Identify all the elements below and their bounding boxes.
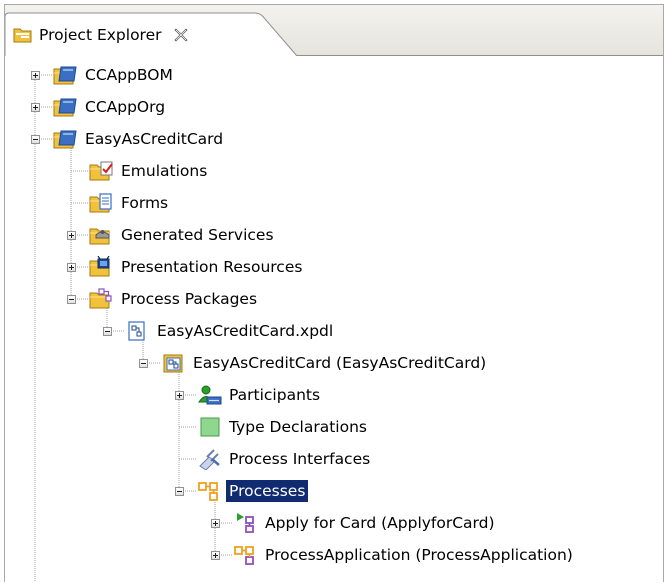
tree-item-processapplication-processapplication[interactable]: ProcessApplication (ProcessApplication) [233,540,576,570]
tree-item-process-packages[interactable]: Process Packages [89,284,260,314]
collapse-minus-icon[interactable] [67,295,76,304]
tree-item-label: Apply for Card (ApplyforCard) [265,514,495,532]
tree-item-ccapporg[interactable]: CCAppOrg [53,92,168,122]
collapse-minus-icon[interactable] [139,359,148,368]
services-folder-icon [89,228,110,245]
expand-plus-icon[interactable] [67,231,76,240]
tab-title: Project Explorer [39,26,162,44]
emulations-folder-icon [89,161,113,181]
tree-item-label: Process Interfaces [229,450,371,468]
tree-item-forms[interactable]: Forms [89,188,171,218]
tree-item-easyascreditcard-xpdl[interactable]: EasyAsCreditCard.xpdl [125,316,336,346]
project-explorer-folder-icon [13,28,32,43]
tree-item-label: EasyAsCreditCard.xpdl [157,322,334,340]
tree-item-label: Participants [229,386,321,404]
tree-item-label: Forms [121,194,169,212]
tree-item-process-interfaces[interactable]: Process Interfaces [197,444,373,474]
collapse-minus-icon[interactable] [31,135,40,144]
xpdl-file-icon [128,321,145,341]
tree-item-label: EasyAsCreditCard [85,130,224,148]
tree-item-label: CCAppOrg [85,98,166,116]
close-x-icon[interactable] [173,28,188,42]
start-process-icon [237,513,254,533]
tree-item-generated-services[interactable]: Generated Services [89,220,277,250]
project-folder-icon [53,130,77,149]
forms-folder-icon [89,193,112,213]
tree-item-label: ProcessApplication (ProcessApplication) [265,546,573,564]
tree-item-label: Processes [226,480,309,502]
project-explorer-view: Project Explorer CCAppBOM CCAppOrg EasyAsC… [4,4,664,582]
expand-plus-icon[interactable] [67,263,76,272]
project-explorer-tab[interactable]: Project Explorer [13,24,188,46]
process-interfaces-icon [199,449,220,470]
tree-item-label: Emulations [121,162,208,180]
project-tree: CCAppBOM CCAppOrg EasyAsCreditCard Emulatio… [5,56,663,582]
tree-item-ccappbom[interactable]: CCAppBOM [53,60,176,90]
collapse-minus-icon[interactable] [175,487,184,496]
process-icon [234,546,254,565]
tree-item-type-declarations[interactable]: Type Declarations [197,412,370,442]
tree-item-apply-for-card-applyforcard[interactable]: Apply for Card (ApplyforCard) [233,508,498,538]
tree-item-emulations[interactable]: Emulations [89,156,210,186]
participants-icon [198,385,222,405]
project-folder-icon [53,66,77,85]
view-tab-bar: Project Explorer [5,5,663,56]
tree-item-label: CCAppBOM [85,66,173,84]
tree-item-participants[interactable]: Participants [197,380,323,410]
project-folder-icon [53,98,77,117]
tree-item-label: Generated Services [121,226,274,244]
tree-item-easyascreditcard-easyascreditcard[interactable]: EasyAsCreditCard (EasyAsCreditCard) [161,348,489,378]
processes-icon [198,482,218,501]
tree-item-presentation-resources[interactable]: Presentation Resources [89,252,305,282]
tree-item-label: Process Packages [121,290,258,308]
package-icon [163,354,183,373]
expand-plus-icon[interactable] [211,551,220,560]
tree-item-label: EasyAsCreditCard (EasyAsCreditCard) [193,354,487,372]
expand-plus-icon[interactable] [31,71,40,80]
tree-item-label: Type Declarations [229,418,367,436]
expand-plus-icon[interactable] [175,391,184,400]
tree-item-easyascreditcard[interactable]: EasyAsCreditCard [53,124,226,154]
tree-item-processes[interactable]: Processes [197,476,309,506]
process-packages-folder-icon [89,288,112,309]
expand-plus-icon[interactable] [211,519,220,528]
type-declarations-icon [200,417,220,437]
presentation-folder-icon [89,256,110,277]
expand-plus-icon[interactable] [31,103,40,112]
tree-item-label: Presentation Resources [121,258,303,276]
collapse-minus-icon[interactable] [103,327,112,336]
